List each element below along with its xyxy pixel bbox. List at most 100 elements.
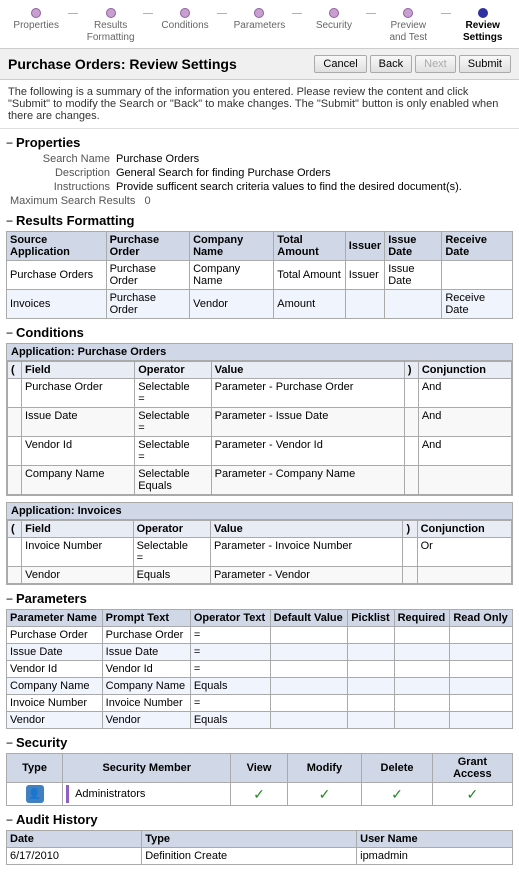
cond-cell — [8, 466, 22, 495]
param-cell — [270, 627, 348, 644]
security-section-header[interactable]: − Security — [6, 735, 513, 750]
param-cell — [450, 695, 513, 712]
conditions-section: − Conditions Application: Purchase Order… — [6, 325, 513, 585]
cond-data-row: Company NameSelectable EqualsParameter -… — [8, 466, 512, 495]
rf-col-issue-date: Issue Date — [385, 232, 442, 261]
param-cell — [450, 644, 513, 661]
wizard-step-review-settings[interactable]: ReviewSettings — [451, 8, 515, 44]
wizard-step-preview-test[interactable]: Previewand Test — [376, 8, 440, 44]
wizard-step-security[interactable]: Security — [302, 8, 366, 32]
param-cell — [450, 712, 513, 729]
cond-cell: Company Name — [21, 466, 134, 495]
wizard-step-parameters[interactable]: Parameters — [227, 8, 291, 32]
submit-button[interactable]: Submit — [459, 55, 511, 73]
cond-cell: Purchase Order — [21, 379, 134, 408]
param-data-row: Invoice NumberInvoice Number= — [7, 695, 513, 712]
cond-col-header: ( — [8, 362, 22, 379]
param-cell — [394, 695, 450, 712]
next-button[interactable]: Next — [415, 55, 456, 73]
param-cell — [348, 644, 394, 661]
properties-section: − Properties Search Name Purchase Orders… — [6, 135, 513, 207]
rf-cell — [385, 290, 442, 319]
cond-cell — [403, 538, 417, 567]
param-cell: Vendor — [102, 712, 190, 729]
results-formatting-section-header[interactable]: − Results Formatting — [6, 213, 513, 228]
cond-cell — [417, 567, 511, 584]
cond-cell: Invoice Number — [22, 538, 133, 567]
wizard-step-conditions[interactable]: Conditions — [153, 8, 217, 32]
search-name-value: Purchase Orders — [116, 153, 513, 165]
param-cell — [270, 712, 348, 729]
parameters-section-label: Parameters — [16, 591, 87, 606]
rf-data-row: Purchase OrdersPurchase OrderCompany Nam… — [7, 261, 513, 290]
cond-col-header: Operator — [135, 362, 211, 379]
description-label: Description — [16, 167, 116, 179]
param-cell: Equals — [190, 712, 270, 729]
cond-cell — [8, 567, 22, 584]
audit-cell: 6/17/2010 — [7, 848, 142, 865]
param-cell — [394, 627, 450, 644]
cond-col-header: Value — [210, 521, 402, 538]
param-data-row: Vendor IdVendor Id= — [7, 661, 513, 678]
cond-cell: Parameter - Issue Date — [211, 408, 404, 437]
param-cell — [450, 661, 513, 678]
cond-col-header: Field — [22, 521, 133, 538]
cond-cell — [404, 379, 418, 408]
audit-data-row: 6/17/2010Definition Createipmadmin — [7, 848, 513, 865]
parameters-section-header[interactable]: − Parameters — [6, 591, 513, 606]
param-data-row: Company NameCompany NameEquals — [7, 678, 513, 695]
audit-col-username: User Name — [357, 831, 513, 848]
wizard-step-results-formatting[interactable]: ResultsFormatting — [78, 8, 142, 44]
view-checkmark: ✓ — [253, 786, 265, 802]
back-button[interactable]: Back — [370, 55, 412, 73]
param-cell: Equals — [190, 678, 270, 695]
security-grant-cell: ✓ — [432, 783, 512, 806]
audit-cell: Definition Create — [142, 848, 357, 865]
delete-checkmark: ✓ — [391, 786, 403, 802]
rf-col-total: Total Amount — [274, 232, 346, 261]
param-data-row: Purchase OrderPurchase Order= — [7, 627, 513, 644]
cond-cell — [404, 408, 418, 437]
condition-group: Application: Invoices(FieldOperatorValue… — [6, 502, 513, 585]
properties-section-header[interactable]: − Properties — [6, 135, 513, 150]
param-cell — [450, 678, 513, 695]
cond-col-header: Field — [21, 362, 134, 379]
instructions-value: Provide sufficent search criteria values… — [116, 181, 513, 193]
condition-group: Application: Purchase Orders(FieldOperat… — [6, 343, 513, 496]
cond-col-header: ( — [8, 521, 22, 538]
cancel-button[interactable]: Cancel — [314, 55, 366, 73]
step-label-review-settings: ReviewSettings — [463, 20, 502, 44]
cond-cell — [404, 437, 418, 466]
param-cell: = — [190, 627, 270, 644]
cond-cell — [8, 379, 22, 408]
modify-checkmark: ✓ — [319, 786, 331, 802]
cond-cell: Issue Date — [21, 408, 134, 437]
instructions-row: Instructions Provide sufficent search cr… — [16, 181, 513, 193]
conditions-container: Application: Purchase Orders(FieldOperat… — [6, 343, 513, 585]
rf-cell: Vendor — [190, 290, 274, 319]
param-col-operator: Operator Text — [190, 610, 270, 627]
description-value: General Search for finding Purchase Orde… — [116, 167, 513, 179]
search-name-row: Search Name Purchase Orders — [16, 153, 513, 165]
wizard-step-properties[interactable]: Properties — [4, 8, 68, 32]
condition-table: (FieldOperatorValue)ConjunctionInvoice N… — [7, 520, 512, 584]
cond-cell: Parameter - Vendor — [210, 567, 402, 584]
cond-cell: Selectable = — [135, 379, 211, 408]
cond-cell: Equals — [133, 567, 210, 584]
audit-table: Date Type User Name 6/17/2010Definition … — [6, 830, 513, 865]
security-col-delete: Delete — [362, 754, 432, 783]
cond-data-row: Issue DateSelectable =Parameter - Issue … — [8, 408, 512, 437]
parameters-section: − Parameters Parameter Name Prompt Text … — [6, 591, 513, 729]
security-member-cell: Administrators — [63, 783, 231, 806]
cond-cell: Selectable = — [135, 437, 211, 466]
param-cell — [348, 712, 394, 729]
audit-section-header[interactable]: − Audit History — [6, 812, 513, 827]
conditions-section-header[interactable]: − Conditions — [6, 325, 513, 340]
param-cell: Invoice Number — [7, 695, 103, 712]
step-label-preview-test: Previewand Test — [390, 20, 428, 44]
audit-col-date: Date — [7, 831, 142, 848]
param-cell — [348, 678, 394, 695]
cond-header-row: (FieldOperatorValue)Conjunction — [8, 521, 512, 538]
audit-col-type: Type — [142, 831, 357, 848]
audit-cell: ipmadmin — [357, 848, 513, 865]
